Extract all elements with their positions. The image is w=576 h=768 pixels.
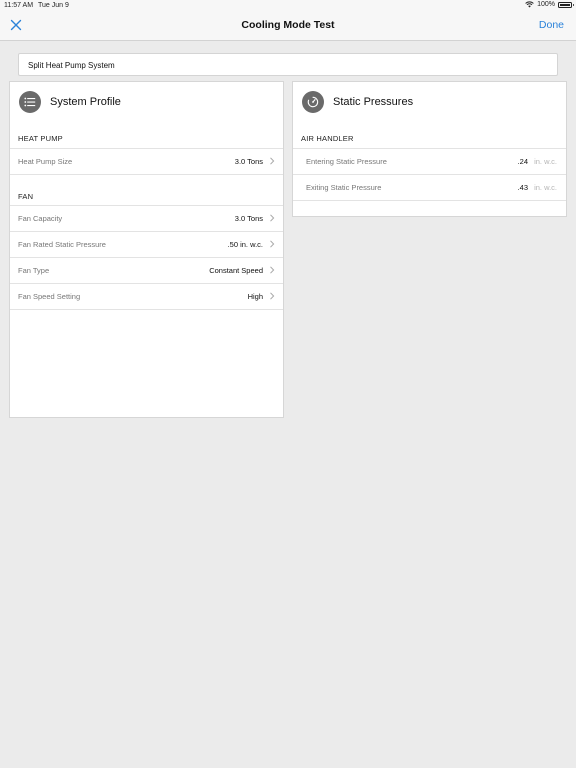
battery-icon bbox=[558, 1, 574, 8]
page-title: Cooling Mode Test bbox=[241, 19, 335, 31]
system-profile-header: System Profile bbox=[10, 82, 283, 120]
row-label: Fan Rated Static Pressure bbox=[18, 240, 106, 249]
row-fan-rated-static-pressure[interactable]: Fan Rated Static Pressure .50 in. w.c. bbox=[10, 231, 283, 257]
row-value: High bbox=[247, 292, 263, 301]
row-heat-pump-size[interactable]: Heat Pump Size 3.0 Tons bbox=[10, 148, 283, 174]
section-label-air-handler: AIR HANDLER bbox=[301, 134, 354, 143]
battery-percent: 100% bbox=[537, 1, 555, 8]
list-icon bbox=[19, 91, 41, 113]
row-unit: in. w.c. bbox=[534, 157, 557, 166]
static-pressures-title: Static Pressures bbox=[333, 96, 414, 108]
row-value: 3.0 Tons bbox=[234, 214, 263, 223]
row-label: Fan Capacity bbox=[18, 214, 63, 223]
row-label: Exiting Static Pressure bbox=[306, 183, 382, 192]
nav-bar: Cooling Mode Test Done bbox=[0, 12, 576, 41]
chevron-right-icon bbox=[270, 292, 275, 300]
row-fan-capacity[interactable]: Fan Capacity 3.0 Tons bbox=[10, 205, 283, 231]
section-label-fan: FAN bbox=[10, 174, 283, 205]
system-profile-card: System Profile HEAT PUMP Heat Pump Size … bbox=[9, 81, 284, 418]
row-label: Heat Pump Size bbox=[18, 157, 73, 166]
gauge-icon bbox=[302, 91, 324, 113]
chevron-right-icon bbox=[270, 157, 275, 165]
wifi-icon bbox=[525, 1, 534, 8]
row-value: .50 in. w.c. bbox=[227, 240, 263, 249]
chevron-right-icon bbox=[270, 240, 275, 248]
section-label-heat-pump: HEAT PUMP bbox=[18, 134, 63, 143]
static-pressures-card: Static Pressures AIR HANDLER Entering St… bbox=[292, 81, 567, 217]
row-value: .43 bbox=[517, 183, 528, 192]
row-fan-type[interactable]: Fan Type Constant Speed bbox=[10, 257, 283, 283]
status-time: 11:57 AM bbox=[4, 2, 34, 9]
row-entering-static-pressure[interactable]: Entering Static Pressure .24 in. w.c. bbox=[293, 148, 566, 174]
chevron-right-icon bbox=[270, 266, 275, 274]
system-profile-title: System Profile bbox=[50, 96, 121, 108]
chevron-right-icon bbox=[270, 214, 275, 222]
row-fan-speed-setting[interactable]: Fan Speed Setting High bbox=[10, 283, 283, 310]
row-label: Entering Static Pressure bbox=[306, 157, 387, 166]
status-bar: 11:57 AM Tue Jun 9 100% bbox=[0, 0, 576, 12]
row-unit: in. w.c. bbox=[534, 183, 557, 192]
row-exiting-static-pressure[interactable]: Exiting Static Pressure .43 in. w.c. bbox=[293, 174, 566, 201]
row-value: .24 bbox=[517, 157, 528, 166]
row-label: Fan Type bbox=[18, 266, 50, 275]
close-icon[interactable] bbox=[9, 18, 23, 32]
static-pressures-header: Static Pressures bbox=[293, 82, 566, 120]
system-type-field[interactable]: Split Heat Pump System bbox=[18, 53, 558, 76]
done-button[interactable]: Done bbox=[539, 19, 564, 31]
row-value: Constant Speed bbox=[209, 266, 263, 275]
status-date: Tue Jun 9 bbox=[38, 2, 69, 9]
row-value: 3.0 Tons bbox=[234, 157, 263, 166]
status-right: 100% bbox=[525, 1, 574, 8]
row-label: Fan Speed Setting bbox=[18, 292, 81, 301]
